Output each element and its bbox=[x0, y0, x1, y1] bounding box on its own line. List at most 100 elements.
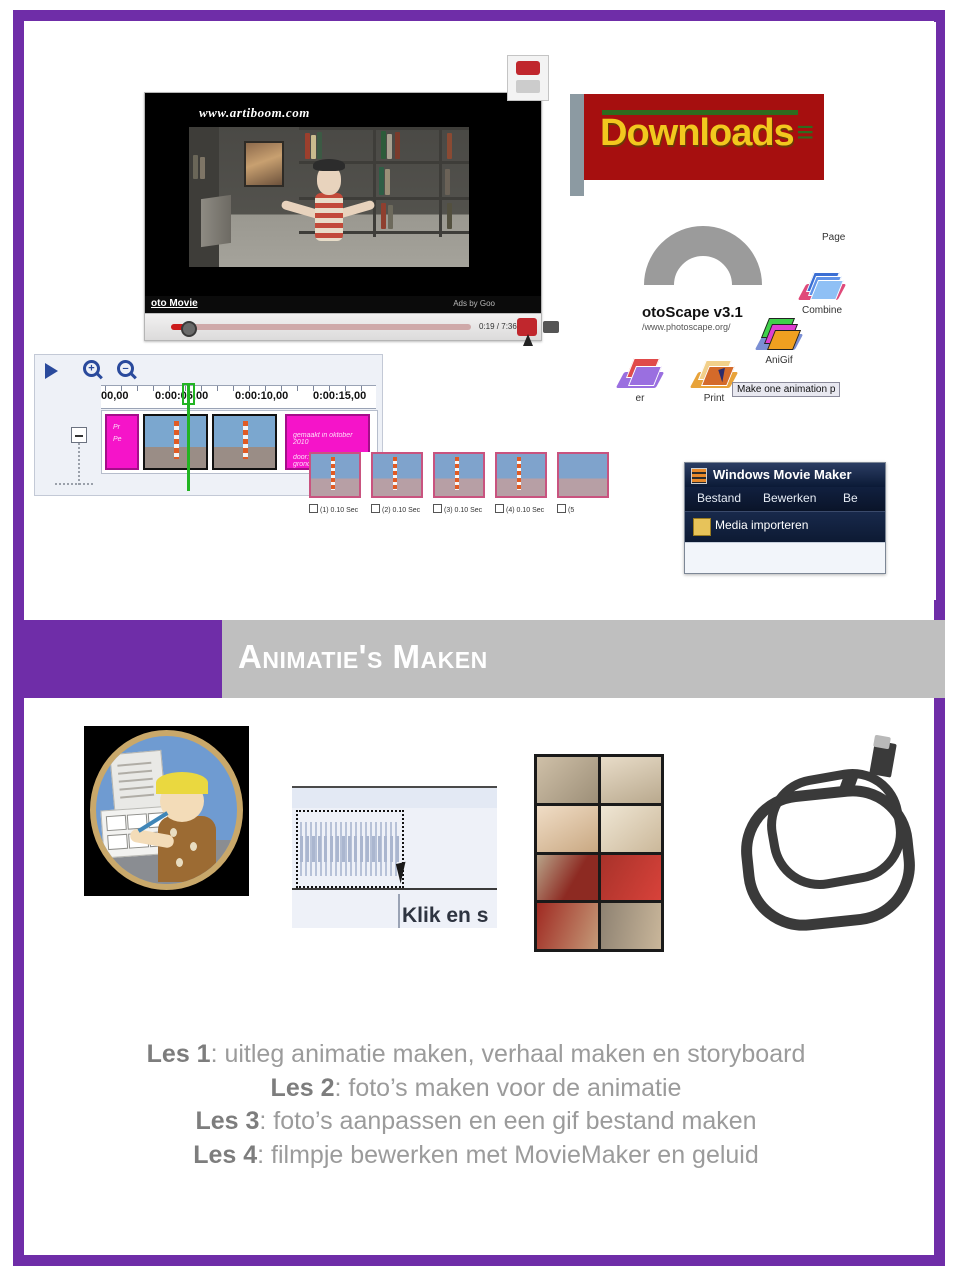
collapse-track-button[interactable] bbox=[71, 427, 87, 443]
downloads-label: Downloads bbox=[600, 112, 795, 154]
zoom-in-icon[interactable]: + bbox=[83, 360, 100, 377]
playhead[interactable] bbox=[187, 383, 190, 491]
zoom-out-sign: – bbox=[122, 362, 129, 374]
character-hat bbox=[313, 159, 345, 171]
video-player-screenshot: www.artiboom.com oto Movie Ads by Goo 0:… bbox=[144, 55, 559, 346]
track-guide-row bbox=[55, 483, 93, 485]
menu-item-bestand[interactable]: Bestand bbox=[697, 491, 741, 505]
print-label: Print bbox=[703, 393, 725, 404]
photoscape-anigif-item[interactable]: AniGif bbox=[746, 318, 812, 366]
character-body bbox=[315, 193, 343, 241]
bottom-image-row: Klik en s bbox=[24, 718, 936, 990]
title-purple-block bbox=[13, 620, 222, 698]
video-watermark: www.artiboom.com bbox=[199, 105, 310, 120]
combine-label: Combine bbox=[801, 305, 843, 316]
lesson-text: : uitleg animatie maken, verhaal maken e… bbox=[210, 1040, 806, 1068]
frame-item[interactable]: (5 bbox=[557, 452, 609, 514]
photoscape-page-label[interactable]: Page bbox=[822, 232, 845, 243]
wall-poster bbox=[244, 141, 284, 187]
video-scrubber[interactable] bbox=[171, 321, 471, 337]
audio-instruction-text: Klik en s bbox=[402, 904, 489, 922]
clip-thumbnail-pole bbox=[242, 421, 248, 459]
downloads-accent: ≡ bbox=[796, 116, 814, 149]
audio-editor-image: Klik en s bbox=[292, 786, 497, 928]
frame-caption: (2) 0.10 Sec bbox=[371, 503, 423, 514]
audio-waveform bbox=[300, 822, 400, 876]
anigif-tooltip: Make one animation p bbox=[732, 382, 841, 397]
mouse-cursor-icon bbox=[523, 334, 533, 346]
anigif-label: AniGif bbox=[765, 355, 793, 366]
import-media-icon bbox=[693, 518, 711, 536]
track-guide-line bbox=[78, 443, 80, 485]
clip-label-3: gemaakt in oktober 2010 bbox=[293, 432, 353, 446]
ads-label: Ads by Goo bbox=[453, 299, 495, 308]
lesson-text: : foto’s aanpassen en een gif bestand ma… bbox=[259, 1107, 757, 1135]
film-icon bbox=[691, 468, 707, 484]
ruler-label-2: 0:00:10,00 bbox=[235, 390, 289, 402]
photoscape-print-item[interactable]: Print bbox=[686, 358, 742, 404]
lesson-item: Les 2: foto’s maken voor de animatie bbox=[36, 1072, 916, 1106]
lesson-item: Les 1: uitleg animatie maken, verhaal ma… bbox=[36, 1038, 916, 1072]
lesson-text: : filmpje bewerken met MovieMaker en gel… bbox=[257, 1140, 759, 1169]
movie-maker-menu-bar[interactable]: Bestand Bewerken Be bbox=[685, 487, 885, 511]
lesson-list: Les 1: uitleg animatie maken, verhaal ma… bbox=[36, 1038, 916, 1172]
popup-red-icon bbox=[516, 61, 540, 75]
movie-maker-toolbar[interactable]: Media importeren bbox=[685, 511, 885, 542]
zoom-in-sign: + bbox=[88, 362, 95, 374]
anigif-icon bbox=[754, 318, 804, 352]
menu-item-be[interactable]: Be bbox=[843, 491, 858, 505]
document-page: www.artiboom.com oto Movie Ads by Goo 0:… bbox=[0, 0, 960, 1286]
video-time-display: 0:19 / 7:36 bbox=[479, 322, 517, 331]
zoom-out-icon[interactable]: – bbox=[117, 360, 134, 377]
comic-storyboard-image bbox=[534, 754, 664, 952]
timeline-clip[interactable] bbox=[212, 414, 277, 470]
frame-caption: (3) 0.10 Sec bbox=[433, 503, 485, 514]
frame-item[interactable]: (4) 0.10 Sec bbox=[495, 452, 547, 514]
frame-item[interactable]: (2) 0.10 Sec bbox=[371, 452, 423, 514]
storyboard-artist-image bbox=[84, 726, 249, 896]
timeline-clip[interactable]: Pr Pe bbox=[105, 414, 139, 470]
timeline-clip[interactable] bbox=[143, 414, 208, 470]
frame-thumbnail bbox=[371, 452, 423, 498]
play-badge-icon bbox=[309, 504, 318, 513]
downloads-banner: Downloads ≡ bbox=[570, 94, 824, 196]
play-icon[interactable] bbox=[45, 363, 58, 379]
viewer-label: er bbox=[635, 393, 645, 404]
frame-item[interactable]: (1) 0.10 Sec bbox=[309, 452, 361, 514]
frame-caption: (4) 0.10 Sec bbox=[495, 503, 547, 514]
frame-item[interactable]: (3) 0.10 Sec bbox=[433, 452, 485, 514]
page-title: Animatie's Maken bbox=[238, 638, 488, 675]
photoscape-combine-item[interactable]: Combine bbox=[792, 270, 852, 316]
play-badge-icon bbox=[433, 504, 442, 513]
chair bbox=[201, 194, 231, 248]
menu-item-bewerken[interactable]: Bewerken bbox=[763, 491, 816, 505]
scrubber-handle[interactable] bbox=[181, 321, 197, 337]
video-title[interactable]: oto Movie bbox=[151, 298, 198, 309]
top-image-collage: www.artiboom.com oto Movie Ads by Goo 0:… bbox=[24, 22, 936, 600]
timeline-ruler[interactable]: 00,00 0:00:05,00 0:00:10,00 0:00:15,00 bbox=[101, 385, 376, 409]
video-control-bar[interactable]: 0:19 / 7:36 bbox=[145, 313, 559, 346]
lesson-prefix: Les 1 bbox=[146, 1040, 211, 1068]
photoscape-partial-item[interactable]: er bbox=[615, 358, 665, 404]
import-media-label[interactable]: Media importeren bbox=[715, 518, 808, 532]
movie-maker-body bbox=[685, 542, 885, 573]
lesson-prefix: Les 4 bbox=[193, 1140, 258, 1169]
video-title-bar: oto Movie Ads by Goo bbox=[145, 296, 541, 314]
clip-thumbnail-pole bbox=[173, 421, 179, 459]
ruler-label-3: 0:00:15,00 bbox=[313, 390, 367, 402]
combine-icon bbox=[797, 270, 847, 302]
frame-thumbnail-strip: (1) 0.10 Sec (2) 0.10 Sec (3) 0.10 Sec (… bbox=[309, 452, 609, 562]
frame-caption: (1) 0.10 Sec bbox=[309, 503, 361, 514]
clip-label: Pr bbox=[113, 424, 120, 431]
photoscape-screenshot: otoScape v3.1 /www.photoscape.org/ Page … bbox=[615, 222, 936, 422]
fullscreen-icon[interactable] bbox=[543, 321, 559, 333]
movie-maker-title-bar: Windows Movie Maker bbox=[685, 463, 885, 487]
photoscape-app-title: otoScape v3.1 bbox=[642, 304, 743, 321]
frame-thumbnail bbox=[557, 452, 609, 498]
movie-maker-screenshot: Windows Movie Maker Bestand Bewerken Be … bbox=[684, 462, 886, 574]
section-title-banner: Animatie's Maken bbox=[13, 620, 945, 698]
frame-caption: (5 bbox=[557, 503, 609, 514]
play-badge-icon bbox=[371, 504, 380, 513]
banner-grey-bar bbox=[570, 94, 584, 196]
video-popup-panel bbox=[507, 55, 549, 101]
